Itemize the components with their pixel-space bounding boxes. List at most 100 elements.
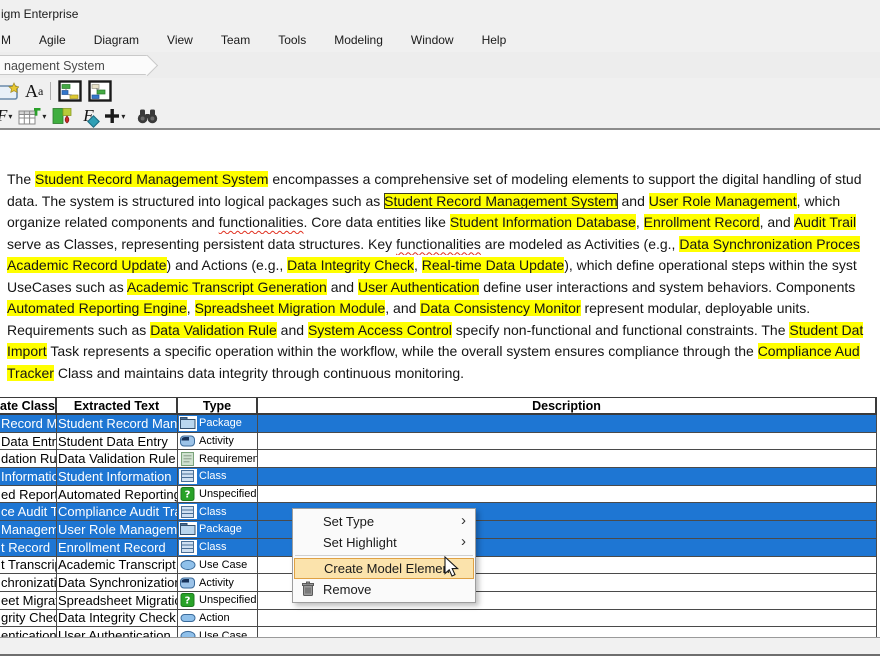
extracted-text-cell: Compliance Audit Tra: [57, 503, 178, 520]
add-element-dropdown-icon[interactable]: ▾: [104, 108, 125, 124]
highlighted-term[interactable]: Student Information Database: [450, 214, 636, 230]
type-cell[interactable]: Class: [178, 539, 258, 556]
highlighted-term[interactable]: Import: [7, 343, 47, 359]
menu-item-tools[interactable]: Tools: [264, 28, 320, 52]
unspecified-icon: ?: [179, 487, 197, 502]
extracted-text-cell: Data Integrity Check: [57, 610, 178, 627]
table-row[interactable]: Data EntryStudent Data EntryActivity: [0, 433, 877, 451]
type-cell[interactable]: Use Case: [178, 557, 258, 574]
table-row[interactable]: enticationUser AuthenticationUse Case: [0, 627, 877, 637]
type-cell[interactable]: Package: [178, 521, 258, 538]
highlighted-term[interactable]: User Role Management: [649, 193, 797, 209]
color-grid-icon[interactable]: [52, 107, 72, 125]
menu-item-help[interactable]: Help: [468, 28, 521, 52]
extracted-text-cell: Student Record Mana: [57, 415, 178, 432]
svg-text:?: ?: [185, 490, 191, 501]
shape-textbox-icon[interactable]: [0, 82, 19, 101]
highlighted-term[interactable]: Audit Trail: [794, 214, 856, 230]
menu-item-diagram[interactable]: Diagram: [80, 28, 153, 52]
description-cell[interactable]: [258, 627, 877, 637]
highlighted-term[interactable]: Student Record Management System: [35, 171, 268, 187]
extracted-text-cell: User Authentication: [57, 627, 178, 637]
text-line: serve as Classes, representing persisten…: [7, 234, 880, 256]
table-row[interactable]: ed ReportiAutomated Reporting?Unspecifie…: [0, 486, 877, 504]
column-header-candidate-class[interactable]: ate Class: [0, 398, 57, 413]
table-row[interactable]: dation RuleData Validation RuleRequireme…: [0, 450, 877, 468]
font-style-dropdown-icon[interactable]: F▾: [0, 106, 12, 126]
highlighted-term[interactable]: User Authentication: [358, 279, 479, 295]
font-icon[interactable]: Aa: [25, 81, 43, 101]
extracted-text-cell: User Role Manageme: [57, 521, 178, 538]
description-cell[interactable]: [258, 468, 877, 485]
type-cell[interactable]: Activity: [178, 574, 258, 591]
description-cell[interactable]: [258, 486, 877, 503]
type-label: Requirement: [199, 453, 258, 465]
model-diagram-alt-icon[interactable]: [88, 80, 112, 102]
extracted-text-cell: Academic Transcript: [57, 557, 178, 574]
type-cell[interactable]: Use Case: [178, 627, 258, 637]
mouse-cursor-icon: [444, 556, 460, 583]
add-table-dropdown-icon[interactable]: ▾: [18, 107, 46, 126]
text-run: Task represents a specific operation wit…: [47, 343, 758, 359]
column-header-extracted-text[interactable]: Extracted Text: [57, 398, 178, 413]
highlighted-term[interactable]: Student Dat: [789, 322, 863, 338]
type-cell[interactable]: Class: [178, 468, 258, 485]
highlighted-term[interactable]: Academic Record Update: [7, 257, 167, 273]
text-run: are modeled as Activities (e.g.,: [481, 236, 679, 252]
candidate-class-cell: Managem: [0, 521, 57, 538]
menu-item-window[interactable]: Window: [397, 28, 468, 52]
description-cell[interactable]: [258, 415, 877, 432]
dropdown-caret-icon: ▾: [8, 112, 12, 121]
type-cell[interactable]: Package: [178, 415, 258, 432]
table-row[interactable]: grity ChecData Integrity CheckAction: [0, 610, 877, 628]
highlighted-term[interactable]: Data Consistency Monitor: [420, 300, 580, 316]
type-cell[interactable]: Requirement: [178, 450, 258, 467]
highlighted-term[interactable]: Enrollment Record: [644, 214, 760, 230]
type-label: Activity: [199, 435, 234, 447]
menu-item-view[interactable]: View: [153, 28, 207, 52]
menu-item-m[interactable]: M: [0, 28, 25, 52]
highlighted-term[interactable]: Spreadsheet Migration Module: [195, 300, 386, 316]
column-header-description[interactable]: Description: [258, 398, 877, 413]
highlighted-term[interactable]: Data Synchronization Proces: [679, 236, 860, 252]
requirement-icon: [179, 451, 197, 466]
table-row[interactable]: Record MaStudent Record ManaPackage: [0, 415, 877, 433]
highlighted-term[interactable]: Automated Reporting Engine: [7, 300, 187, 316]
breadcrumb-tab[interactable]: nagement System: [0, 55, 148, 75]
column-header-type[interactable]: Type: [178, 398, 258, 413]
type-cell[interactable]: ?Unspecified: [178, 486, 258, 503]
description-cell[interactable]: [258, 610, 877, 627]
extracted-text-cell: Data Validation Rule: [57, 450, 178, 467]
table-row[interactable]: InformatioStudent InformationClass: [0, 468, 877, 486]
description-cell[interactable]: [258, 433, 877, 450]
type-label: Class: [199, 541, 227, 553]
context-menu-item-set-type[interactable]: Set Type›: [293, 511, 475, 532]
context-menu-item-set-highlight[interactable]: Set Highlight›: [293, 532, 475, 553]
text-run: and: [327, 279, 358, 295]
candidate-class-cell: entication: [0, 627, 57, 637]
type-cell[interactable]: ?Unspecified: [178, 592, 258, 609]
type-cell[interactable]: Class: [178, 503, 258, 520]
model-diagram-icon[interactable]: [58, 80, 82, 102]
description-cell[interactable]: [258, 450, 877, 467]
type-cell[interactable]: Activity: [178, 433, 258, 450]
highlighted-term[interactable]: Academic Transcript Generation: [127, 279, 327, 295]
find-icon[interactable]: [136, 108, 159, 124]
highlighted-term[interactable]: Compliance Aud: [758, 343, 860, 359]
candidate-class-cell: t Record: [0, 539, 57, 556]
menu-item-agile[interactable]: Agile: [25, 28, 80, 52]
text-run: . Core data entities like: [304, 214, 450, 230]
highlighted-term[interactable]: Student Record Management System: [384, 193, 617, 209]
highlighted-term[interactable]: Tracker: [7, 365, 54, 381]
window-bottom-border: [0, 654, 880, 656]
highlighted-term[interactable]: System Access Control: [308, 322, 452, 338]
menu-item-team[interactable]: Team: [207, 28, 264, 52]
type-cell[interactable]: Action: [178, 610, 258, 627]
menu-item-modeling[interactable]: Modeling: [320, 28, 397, 52]
extracted-text-cell: Spreadsheet Migratio: [57, 592, 178, 609]
format-painter-icon[interactable]: F: [78, 105, 98, 127]
text-run: UseCases such as: [7, 279, 127, 295]
highlighted-term[interactable]: Data Validation Rule: [150, 322, 277, 338]
highlighted-term[interactable]: Real-time Data Update: [422, 257, 564, 273]
highlighted-term[interactable]: Data Integrity Check: [287, 257, 414, 273]
